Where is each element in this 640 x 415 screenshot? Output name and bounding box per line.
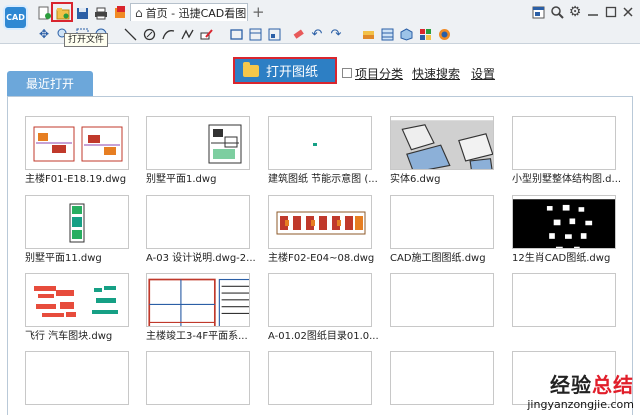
- file-name[interactable]: A-03 设计说明.dwg-2...: [146, 252, 258, 266]
- file-thumbnail[interactable]: [268, 351, 372, 405]
- search-icon[interactable]: [549, 4, 565, 20]
- home-icon: ⌂: [135, 5, 143, 20]
- file-name[interactable]: 别墅平面11.dwg: [25, 252, 137, 266]
- file-thumbnail[interactable]: [390, 273, 494, 327]
- save-icon[interactable]: [74, 5, 90, 21]
- minimize-icon[interactable]: [585, 4, 601, 20]
- rectangle-icon[interactable]: [228, 26, 244, 42]
- polyline-icon[interactable]: [179, 26, 195, 42]
- watermark: 经验总结 jingyanzongjie.com: [527, 369, 634, 411]
- app-logo: CAD: [3, 5, 28, 30]
- layout-icon[interactable]: [247, 26, 263, 42]
- tab-home-label: 首页 - 迅捷CAD看图: [145, 6, 247, 20]
- file-thumbnail[interactable]: [268, 195, 372, 249]
- tab-home[interactable]: ⌂ 首页 - 迅捷CAD看图: [130, 3, 248, 21]
- file-thumbnail[interactable]: [390, 116, 494, 170]
- tab-recent[interactable]: 最近打开: [7, 71, 93, 96]
- settings-link[interactable]: 设置: [471, 65, 495, 82]
- palette-icon[interactable]: [436, 26, 452, 42]
- file-name[interactable]: 主楼F02-E04~08.dwg: [268, 252, 380, 266]
- undo-icon[interactable]: ↶: [309, 26, 325, 42]
- new-file-icon[interactable]: [36, 5, 52, 21]
- arc-icon[interactable]: [160, 26, 176, 42]
- move-icon[interactable]: ✥: [36, 26, 52, 42]
- file-thumbnail[interactable]: [268, 116, 372, 170]
- file-thumbnail[interactable]: [390, 195, 494, 249]
- open-file-tooltip: 打开文件: [64, 33, 109, 47]
- layers-icon[interactable]: [360, 26, 376, 42]
- color-icon[interactable]: [417, 26, 433, 42]
- folder-icon: [243, 61, 259, 77]
- window-icon[interactable]: [530, 4, 546, 20]
- watermark-title: 经验总结: [550, 373, 634, 397]
- gear-icon[interactable]: ⚙: [567, 4, 583, 20]
- open-drawing-button[interactable]: 打开图纸: [233, 57, 337, 84]
- new-tab-button[interactable]: +: [252, 3, 265, 21]
- maximize-icon[interactable]: [603, 4, 619, 20]
- file-name[interactable]: 别墅平面1.dwg: [146, 173, 258, 187]
- file-thumbnail[interactable]: [268, 273, 372, 327]
- file-thumbnail[interactable]: [25, 351, 129, 405]
- file-thumbnail[interactable]: [25, 195, 129, 249]
- file-name[interactable]: 实体6.dwg: [390, 173, 502, 187]
- file-name[interactable]: 主楼F01-E18.19.dwg: [25, 173, 137, 187]
- recent-files-panel: 主楼F01-E18.19.dwg 别墅平面1.dwg 建筑图纸 节能示意图 (...…: [7, 96, 633, 415]
- file-thumbnail[interactable]: [512, 195, 616, 249]
- stack-icon[interactable]: [379, 26, 395, 42]
- open-file-highlight: [51, 2, 73, 22]
- project-classify-link[interactable]: 项目分类: [355, 65, 403, 82]
- edit-icon[interactable]: [266, 26, 282, 42]
- redo-icon[interactable]: ↷: [328, 26, 344, 42]
- file-thumbnail[interactable]: [390, 351, 494, 405]
- watermark-url: jingyanzongjie.com: [527, 398, 634, 411]
- file-thumbnail[interactable]: [146, 195, 250, 249]
- file-thumbnail[interactable]: [512, 116, 616, 170]
- file-name[interactable]: CAD施工图图纸.dwg: [390, 252, 502, 266]
- circle-icon[interactable]: [141, 26, 157, 42]
- file-name[interactable]: 建筑图纸 节能示意图 (...: [268, 173, 380, 187]
- file-thumbnail[interactable]: [25, 116, 129, 170]
- batch-icon[interactable]: [112, 5, 128, 21]
- file-name[interactable]: A-01.02图纸目录01.0...: [268, 330, 380, 344]
- close-icon[interactable]: [620, 4, 636, 20]
- print-icon[interactable]: [93, 5, 109, 21]
- text-edit-icon[interactable]: [198, 26, 214, 42]
- file-thumbnail[interactable]: [512, 273, 616, 327]
- file-thumbnail[interactable]: [146, 351, 250, 405]
- open-drawing-label: 打开图纸: [266, 65, 319, 80]
- file-name[interactable]: 12生肖CAD图纸.dwg: [512, 252, 624, 266]
- file-name[interactable]: 飞行 汽车图块.dwg: [25, 330, 137, 344]
- file-thumbnail[interactable]: [25, 273, 129, 327]
- 3d-view-icon[interactable]: [398, 26, 414, 42]
- file-thumbnail[interactable]: [146, 273, 250, 327]
- toolbar: CAD ⌂ 首页 - 迅捷CAD看图 + ⚙ ✥ ↶ ↷ 打开文件: [0, 0, 640, 47]
- project-classify-checkbox[interactable]: [342, 68, 352, 78]
- file-name[interactable]: 主楼竣工3-4F平面系...: [146, 330, 258, 344]
- eraser-icon[interactable]: [290, 26, 306, 42]
- file-name[interactable]: 小型别墅整体结构图.d...: [512, 173, 624, 187]
- quick-search-link[interactable]: 快速搜索: [412, 65, 460, 82]
- file-thumbnail[interactable]: [146, 116, 250, 170]
- line-icon[interactable]: [122, 26, 138, 42]
